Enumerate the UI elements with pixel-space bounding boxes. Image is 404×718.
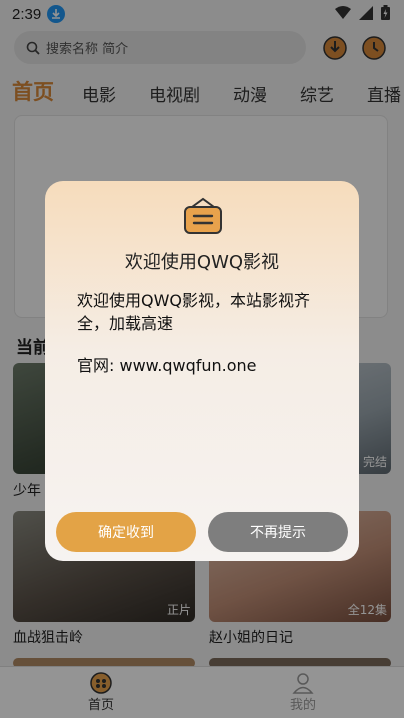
- confirm-button[interactable]: 确定收到: [56, 512, 196, 552]
- welcome-dialog: 欢迎使用QWQ影视 欢迎使用QWQ影视，本站影视齐全，加载高速 官网: www.…: [45, 181, 359, 561]
- dialog-title: 欢迎使用QWQ影视: [124, 252, 280, 273]
- dialog-website: 官网: www.qwqfun.one: [77, 356, 257, 375]
- notice-icon: [184, 197, 222, 234]
- dialog-message: 欢迎使用QWQ影视，本站影视齐全，加载高速: [77, 291, 311, 333]
- dont-show-again-button[interactable]: 不再提示: [208, 512, 348, 552]
